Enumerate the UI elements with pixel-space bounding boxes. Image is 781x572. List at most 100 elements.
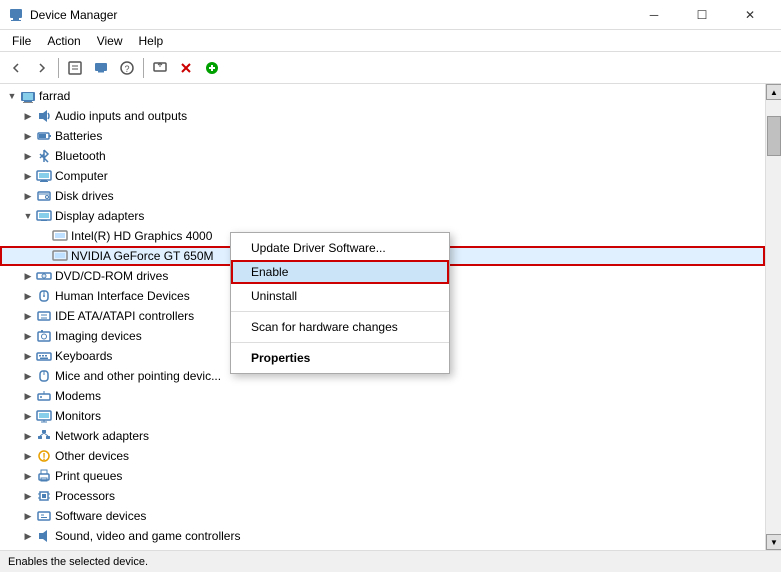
monitors-icon (36, 408, 52, 424)
bluetooth-expand-icon: ▶ (20, 148, 36, 164)
mice-label: Mice and other pointing devic... (55, 369, 221, 383)
batteries-label: Batteries (55, 129, 102, 143)
tree-item-print[interactable]: ▶ Print queues (0, 466, 765, 486)
device-tree[interactable]: ▼ farrad ▶ Audio inputs and outputs (0, 84, 765, 550)
title-bar: Device Manager ─ ☐ ✕ (0, 0, 781, 30)
batteries-icon (36, 128, 52, 144)
hid-label: Human Interface Devices (55, 289, 190, 303)
tree-item-computer[interactable]: ▶ Computer (0, 166, 765, 186)
imaging-expand-icon: ▶ (20, 328, 36, 344)
add-device-button[interactable] (200, 56, 224, 80)
sound-expand-icon: ▶ (20, 528, 36, 544)
processors-expand-icon: ▶ (20, 488, 36, 504)
root-label: farrad (39, 89, 70, 103)
ide-expand-icon: ▶ (20, 308, 36, 324)
svg-text:?: ? (124, 64, 129, 74)
back-button[interactable] (4, 56, 28, 80)
ctx-sep-1 (231, 311, 449, 312)
forward-button[interactable] (30, 56, 54, 80)
network-label: Network adapters (55, 429, 149, 443)
scroll-up-button[interactable]: ▲ (766, 84, 781, 100)
menu-view[interactable]: View (89, 32, 131, 50)
tree-root[interactable]: ▼ farrad (0, 86, 765, 106)
tree-item-disk[interactable]: ▶ Disk drives (0, 186, 765, 206)
root-expand-icon: ▼ (4, 88, 20, 104)
intel-gpu-icon (52, 228, 68, 244)
keyboards-icon (36, 348, 52, 364)
tree-item-batteries[interactable]: ▶ Batteries (0, 126, 765, 146)
modems-expand-icon: ▶ (20, 388, 36, 404)
computer-expand-icon: ▶ (20, 168, 36, 184)
tree-item-software[interactable]: ▶ Software devices (0, 506, 765, 526)
nvidia-gpu-label: NVIDIA GeForce GT 650M (71, 249, 214, 263)
print-label: Print queues (55, 469, 122, 483)
window-controls: ─ ☐ ✕ (631, 0, 773, 30)
software-icon (36, 508, 52, 524)
imaging-icon (36, 328, 52, 344)
ctx-properties[interactable]: Properties (231, 346, 449, 370)
menu-bar: File Action View Help (0, 30, 781, 52)
monitors-expand-icon: ▶ (20, 408, 36, 424)
software-label: Software devices (55, 509, 146, 523)
minimize-button[interactable]: ─ (631, 0, 677, 30)
modems-icon (36, 388, 52, 404)
computer-icon (36, 168, 52, 184)
uninstall-button[interactable] (174, 56, 198, 80)
ctx-update-driver[interactable]: Update Driver Software... (231, 236, 449, 260)
hid-expand-icon: ▶ (20, 288, 36, 304)
audio-expand-icon: ▶ (20, 108, 36, 124)
ctx-enable[interactable]: Enable (231, 260, 449, 284)
storage-expand-icon: ▶ (20, 548, 36, 550)
tree-item-processors[interactable]: ▶ Processors (0, 486, 765, 506)
tree-item-modems[interactable]: ▶ Modems (0, 386, 765, 406)
tree-item-display[interactable]: ▼ Display adapters (0, 206, 765, 226)
context-menu: Update Driver Software... Enable Uninsta… (230, 232, 450, 374)
print-icon (36, 468, 52, 484)
ctx-scan-hardware[interactable]: Scan for hardware changes (231, 315, 449, 339)
scroll-thumb[interactable] (767, 116, 781, 156)
ctx-sep-2 (231, 342, 449, 343)
close-button[interactable]: ✕ (727, 0, 773, 30)
tree-item-bluetooth[interactable]: ▶ Bluetooth (0, 146, 765, 166)
menu-file[interactable]: File (4, 32, 39, 50)
toolbar-sep-1 (58, 58, 59, 78)
imaging-label: Imaging devices (55, 329, 142, 343)
status-text: Enables the selected device. (8, 556, 148, 568)
tree-item-network[interactable]: ▶ Network adapters (0, 426, 765, 446)
ide-label: IDE ATA/ATAPI controllers (55, 309, 194, 323)
ctx-uninstall[interactable]: Uninstall (231, 284, 449, 308)
monitors-label: Monitors (55, 409, 101, 423)
properties-button[interactable] (63, 56, 87, 80)
bluetooth-label: Bluetooth (55, 149, 106, 163)
tree-item-audio[interactable]: ▶ Audio inputs and outputs (0, 106, 765, 126)
tree-item-other[interactable]: ▶ ! Other devices (0, 446, 765, 466)
menu-action[interactable]: Action (39, 32, 88, 50)
print-expand-icon: ▶ (20, 468, 36, 484)
update-driver-button[interactable] (89, 56, 113, 80)
other-label: Other devices (55, 449, 129, 463)
menu-help[interactable]: Help (131, 32, 172, 50)
ide-icon (36, 308, 52, 324)
intel-gpu-label: Intel(R) HD Graphics 4000 (71, 229, 212, 243)
maximize-button[interactable]: ☐ (679, 0, 725, 30)
tree-item-storage[interactable]: ▶ Storage controllers (0, 546, 765, 550)
sound-icon (36, 528, 52, 544)
keyboards-expand-icon: ▶ (20, 348, 36, 364)
hid-icon (36, 288, 52, 304)
main-area: ▼ farrad ▶ Audio inputs and outputs (0, 84, 781, 550)
help-button[interactable]: ? (115, 56, 139, 80)
display-expand-icon: ▼ (20, 208, 36, 224)
network-icon (36, 428, 52, 444)
scroll-down-button[interactable]: ▼ (766, 534, 781, 550)
tree-item-monitors[interactable]: ▶ Monitors (0, 406, 765, 426)
scan-button[interactable] (148, 56, 172, 80)
display-label: Display adapters (55, 209, 144, 223)
tree-item-sound[interactable]: ▶ Sound, video and game controllers (0, 526, 765, 546)
scroll-track[interactable] (766, 100, 781, 534)
audio-icon (36, 108, 52, 124)
sound-label: Sound, video and game controllers (55, 529, 240, 543)
svg-text:!: ! (42, 452, 45, 463)
disk-expand-icon: ▶ (20, 188, 36, 204)
scrollbar[interactable]: ▲ ▼ (765, 84, 781, 550)
other-expand-icon: ▶ (20, 448, 36, 464)
